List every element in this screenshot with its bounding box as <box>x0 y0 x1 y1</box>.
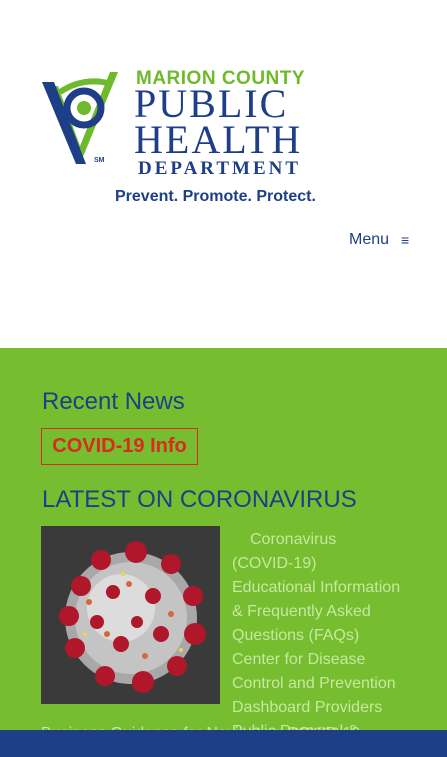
virus-illustration-icon <box>41 526 220 704</box>
coronavirus-image <box>41 526 220 704</box>
org-name-line4: DEPARTMENT <box>138 158 302 179</box>
section-title: Recent News <box>42 388 185 415</box>
menu-button[interactable]: Menu ≡ <box>349 231 409 249</box>
hamburger-icon: ≡ <box>401 232 410 248</box>
org-name-line3: HEALTH <box>134 117 303 162</box>
logo-emblem-icon <box>42 72 118 164</box>
service-mark: SM <box>94 157 105 164</box>
site-logo[interactable]: SM MARION COUNTY PUBLIC HEALTH DEPARTMEN… <box>40 62 330 212</box>
menu-label: Menu <box>349 231 390 248</box>
tagline: Prevent. Promote. Protect. <box>115 188 316 205</box>
article-title[interactable]: LATEST ON CORONAVIRUS <box>42 486 357 514</box>
article-excerpt: Coronavirus (COVID-19) Educational Infor… <box>232 531 401 740</box>
covid-info-button[interactable]: COVID-19 Info <box>41 428 198 465</box>
bottom-bar <box>0 730 447 757</box>
recent-news-section: Recent News COVID-19 Info LATEST ON CORO… <box>0 348 447 757</box>
site-header: SM MARION COUNTY PUBLIC HEALTH DEPARTMEN… <box>0 0 447 348</box>
